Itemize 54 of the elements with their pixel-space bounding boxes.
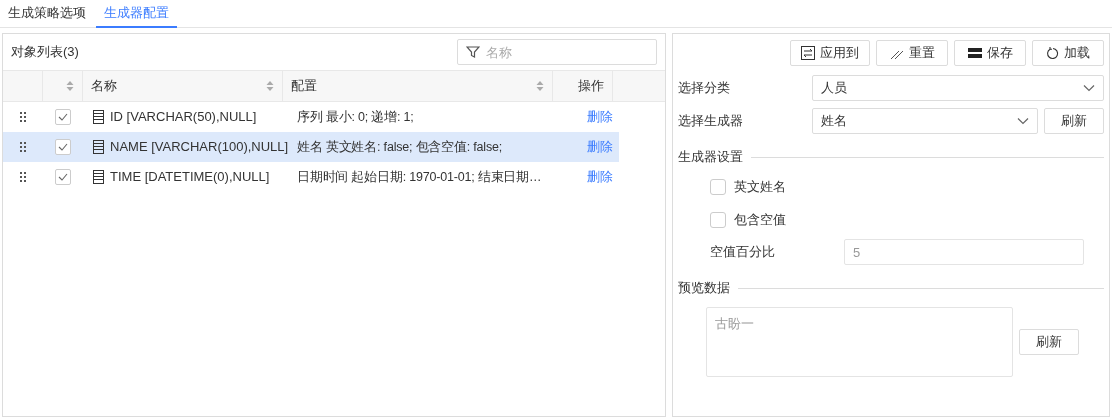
- sort-icon[interactable]: [66, 80, 74, 92]
- column-header: 名称: [91, 77, 117, 96]
- check-icon: [58, 113, 68, 121]
- toolbar-button[interactable]: 重置: [876, 40, 948, 66]
- column-icon: [93, 170, 104, 184]
- category-dropdown[interactable]: 人员: [812, 75, 1104, 101]
- checkbox[interactable]: [55, 169, 71, 185]
- section-title: 生成器设置: [678, 148, 743, 167]
- checkbox[interactable]: [710, 178, 726, 195]
- generator-dropdown[interactable]: 姓名: [812, 108, 1038, 134]
- column-icon: [93, 110, 104, 124]
- field-label: 选择生成器: [678, 112, 744, 131]
- filter-icon: [466, 45, 480, 59]
- chevron-down-icon: [1083, 84, 1095, 92]
- drag-handle-icon[interactable]: [20, 112, 26, 122]
- table-cell-text: NAME [VARCHAR(100),NULL]: [110, 138, 289, 157]
- table-cell: 姓名 英文姓名: false; 包含空值: false;: [297, 140, 502, 155]
- checkbox-label[interactable]: 英文姓名: [734, 176, 786, 197]
- table-cell-text: TIME [DATETIME(0),NULL]: [110, 168, 270, 187]
- sort-icon[interactable]: [536, 80, 544, 92]
- toolbar-button[interactable]: 保存: [954, 40, 1026, 66]
- check-icon: [58, 173, 68, 181]
- table-cell: 序列 最小: 0; 递增: 1;: [297, 110, 414, 125]
- refresh-icon: [1046, 46, 1059, 60]
- chevron-down-icon: [1017, 117, 1029, 125]
- table-row[interactable]: NAME [VARCHAR(100),NULL] 姓名 英文姓名: false; 包含空值: false; 删除: [3, 132, 619, 162]
- tab[interactable]: 生成策略选项: [2, 0, 92, 28]
- check-icon: [58, 143, 68, 151]
- checkbox[interactable]: [710, 211, 726, 228]
- swap-icon: [801, 46, 815, 60]
- sort-icon[interactable]: [266, 80, 274, 92]
- checkbox[interactable]: [55, 139, 71, 155]
- toolbar-button[interactable]: 应用到: [790, 40, 870, 66]
- column-icon: [93, 140, 104, 154]
- section-title: 预览数据: [678, 279, 730, 298]
- save-icon: [967, 47, 982, 59]
- search-field[interactable]: 名称: [457, 39, 657, 65]
- refresh-button[interactable]: 刷新: [1044, 108, 1104, 134]
- toolbar-button[interactable]: 加载: [1032, 40, 1104, 66]
- table-cell-text: ID [VARCHAR(50),NULL]: [110, 108, 257, 127]
- checkbox[interactable]: [55, 109, 71, 125]
- column-header: 操作: [578, 77, 604, 96]
- refresh-button[interactable]: 刷新: [1019, 329, 1079, 355]
- panel-title: 对象列表(3): [11, 43, 79, 62]
- delete-link[interactable]: 删除: [587, 107, 613, 127]
- tab[interactable]: 生成器配置: [96, 0, 177, 28]
- drag-handle-icon[interactable]: [20, 142, 26, 152]
- column-header: 配置: [291, 77, 317, 96]
- field-label: 选择分类: [678, 79, 731, 98]
- delete-link[interactable]: 删除: [587, 167, 613, 187]
- table-cell: 日期时间 起始日期: 1970-01-01; 结束日期…: [297, 170, 542, 185]
- checkbox-label[interactable]: 包含空值: [734, 209, 786, 230]
- field-label: 空值百分比: [710, 243, 776, 262]
- drag-handle-icon[interactable]: [20, 172, 26, 182]
